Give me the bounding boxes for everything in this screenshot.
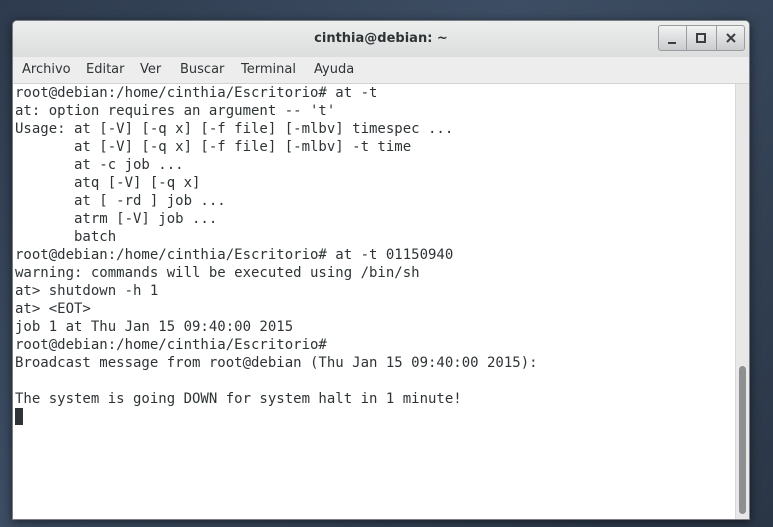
menu-ver[interactable]: Ver xyxy=(140,62,161,77)
terminal-line: Usage: at [-V] [-q x] [-f file] [-mlbv] … xyxy=(15,121,454,137)
terminal-line: Broadcast message from root@debian (Thu … xyxy=(15,355,538,371)
title-bar[interactable]: cinthia@debian: ~ xyxy=(13,21,749,57)
terminal-window: cinthia@debian: ~ Archivo Editar Ver Bus… xyxy=(12,20,750,520)
minimize-icon xyxy=(668,42,676,44)
terminal-line: root@debian:/home/cinthia/Escritorio# at… xyxy=(15,247,454,263)
terminal-line: job 1 at Thu Jan 15 09:40:00 2015 xyxy=(15,319,294,335)
terminal-line: atrm [-V] job ... xyxy=(15,211,218,227)
menu-buscar[interactable]: Buscar xyxy=(180,62,224,77)
menu-terminal[interactable]: Terminal xyxy=(241,62,296,77)
terminal-line: at [ -rd ] job ... xyxy=(15,193,226,209)
terminal-line: root@debian:/home/cinthia/Escritorio# at… xyxy=(15,85,378,101)
terminal-cursor xyxy=(15,408,23,425)
terminal-line: batch xyxy=(15,229,117,245)
menu-bar: Archivo Editar Ver Buscar Terminal Ayuda xyxy=(13,57,749,84)
terminal-line: at -c job ... xyxy=(15,157,184,173)
terminal-line: at: option requires an argument -- 't' xyxy=(15,103,336,119)
terminal-line: at [-V] [-q x] [-f file] [-mlbv] -t time xyxy=(15,139,412,155)
terminal-line: at> shutdown -h 1 xyxy=(15,283,159,299)
close-icon xyxy=(726,33,736,43)
terminal-line: root@debian:/home/cinthia/Escritorio# xyxy=(15,337,327,353)
menu-archivo[interactable]: Archivo xyxy=(22,62,71,77)
minimize-button[interactable] xyxy=(658,25,687,51)
terminal-line: atq [-V] [-q x] xyxy=(15,175,201,191)
terminal-output[interactable]: root@debian:/home/cinthia/Escritorio# at… xyxy=(13,84,735,519)
maximize-icon xyxy=(696,33,706,43)
menu-ayuda[interactable]: Ayuda xyxy=(314,62,354,77)
terminal-line: warning: commands will be executed using… xyxy=(15,265,420,281)
scrollbar-thumb[interactable] xyxy=(739,366,746,514)
terminal-line: The system is going DOWN for system halt… xyxy=(15,391,462,407)
menu-editar[interactable]: Editar xyxy=(86,62,125,77)
vertical-scrollbar[interactable] xyxy=(735,84,749,519)
terminal-line: at> <EOT> xyxy=(15,301,91,317)
window-title: cinthia@debian: ~ xyxy=(314,31,448,46)
close-button[interactable] xyxy=(716,25,745,51)
maximize-button[interactable] xyxy=(687,25,716,51)
